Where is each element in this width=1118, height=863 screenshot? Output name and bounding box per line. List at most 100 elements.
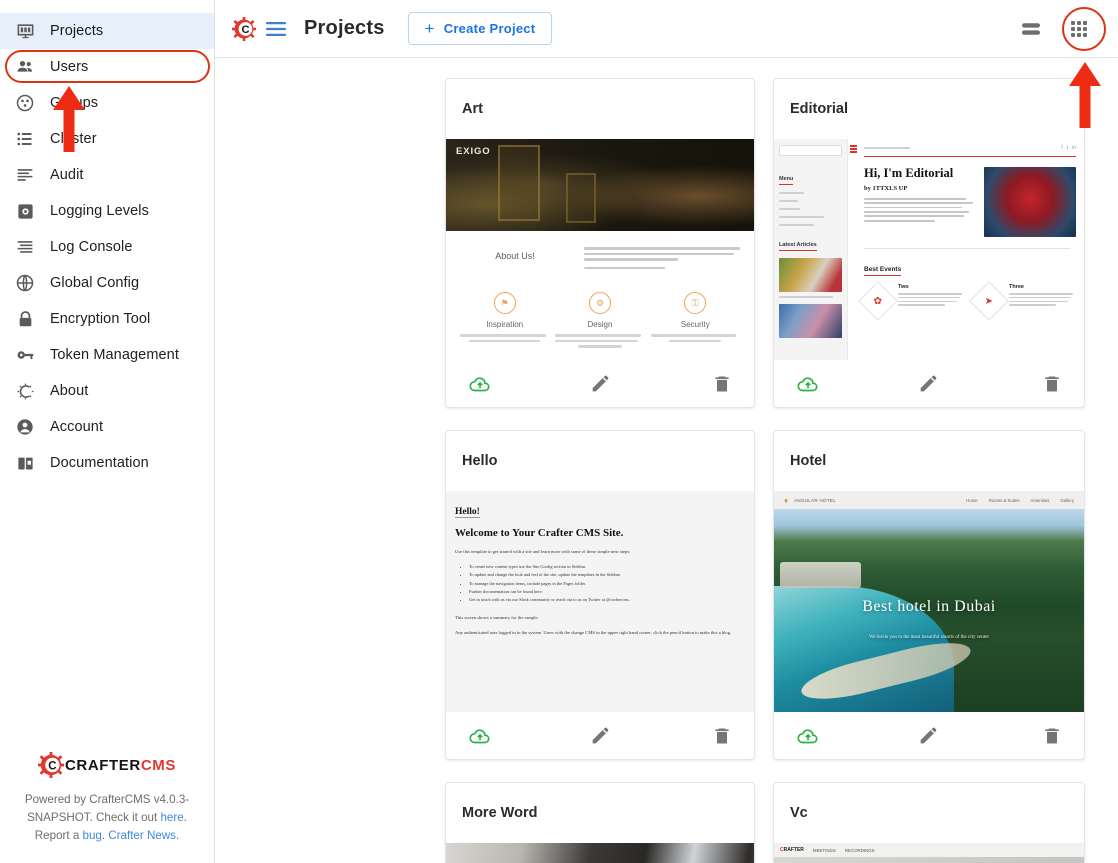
sidebar-item-audit[interactable]: Audit [0, 157, 214, 193]
wordmark-cms: CMS [140, 756, 176, 774]
view-toggle-group [1014, 12, 1102, 46]
project-name: Vc [790, 805, 808, 821]
grid-view-icon[interactable] [1062, 12, 1096, 46]
editorial-event: ➤ Three [969, 281, 1076, 321]
sidebar-item-account[interactable]: Account [0, 409, 214, 445]
project-preview: Menu Latest Articles f t in Hi, I'm Edit… [774, 139, 1084, 360]
delete-icon[interactable] [981, 374, 1084, 394]
list-view-icon[interactable] [1014, 12, 1048, 46]
vc-tab: RECORDINGS [844, 847, 875, 853]
sidebar-item-label: Encryption Tool [50, 311, 151, 327]
vc-topbar: CRAFTER MEETINGS RECORDINGS [774, 843, 1084, 857]
edit-icon[interactable] [549, 725, 652, 746]
sidebar-item-label: Account [50, 419, 104, 435]
editorial-headline: Hi, I'm Editorial [864, 166, 954, 180]
list-item: To manage the navigation items, include … [469, 580, 745, 588]
publish-icon[interactable] [774, 724, 877, 748]
sidebar-item-global-config[interactable]: Global Config [0, 265, 214, 301]
link-here[interactable]: here [160, 811, 183, 824]
project-preview [446, 843, 754, 863]
hotel-nav: ♦ ANGULAR HOTEL Home Rooms & Suites Amen… [774, 491, 1084, 509]
sidebar-item-label: Cluster [50, 131, 97, 147]
project-name: Art [462, 101, 483, 117]
art-about-heading: About Us! [495, 251, 535, 261]
sidebar-nav: Projects Users Groups Cluster Audit Logg… [0, 0, 214, 481]
art-feature-title: Security [680, 320, 710, 329]
footer-line2a: SNAPSHOT. Check it out [27, 811, 161, 824]
art-feature-title: Inspiration [486, 320, 524, 329]
publish-icon[interactable] [774, 372, 877, 396]
hotel-subcaption: We invite you to the most beautiful reso… [869, 634, 989, 640]
create-project-button[interactable]: + Create Project [407, 12, 553, 45]
project-card[interactable]: More Word [445, 782, 755, 863]
art-feature-columns: ⚑ Inspiration ⚙ Design ⚿ Security [460, 292, 740, 348]
hamburger-menu-icon[interactable] [265, 18, 287, 40]
sidebar-item-about[interactable]: About [0, 373, 214, 409]
link-bug[interactable]: bug [83, 829, 102, 842]
event-title: Two [898, 284, 909, 290]
page-title: Projects [304, 17, 385, 39]
svg-text:C: C [48, 760, 56, 772]
project-name: Editorial [790, 101, 849, 117]
art-about-row: About Us! [460, 247, 740, 272]
sidebar-item-logging-levels[interactable]: Logging Levels [0, 193, 214, 229]
editorial-byline: by 1TTXLS UP [864, 184, 908, 192]
project-card[interactable]: Hello Hello! Welcome to Your Crafter CMS… [445, 430, 755, 760]
sidebar-item-log-console[interactable]: Log Console [0, 229, 214, 265]
logging-levels-icon [14, 200, 36, 222]
editorial-social-icons: f t in [1061, 145, 1076, 151]
edit-icon[interactable] [549, 373, 652, 394]
sidebar-item-cluster[interactable]: Cluster [0, 121, 214, 157]
audit-icon [14, 164, 36, 186]
project-card[interactable]: Hotel ♦ ANGULAR HOTEL Home Rooms & Suite… [773, 430, 1085, 760]
event-body: Three [1009, 284, 1076, 315]
footer-sep2: . [175, 829, 180, 842]
design-icon: ⚙ [588, 292, 611, 314]
project-card[interactable]: Art EXIGO About Us! ⚑ Inspiration ⚙ Desi… [445, 78, 755, 408]
vc-preview-image: CRAFTER MEETINGS RECORDINGS [774, 843, 1084, 863]
project-name: Hotel [790, 453, 827, 469]
hotel-caption: Best hotel in Dubai [862, 598, 996, 616]
documentation-icon [14, 452, 36, 474]
topbar: C Projects + Create Project [215, 0, 1118, 58]
editorial-thumb [779, 304, 842, 338]
project-card[interactable]: Editorial Menu Latest Articles f t in Hi… [773, 78, 1085, 408]
sidebar-item-projects[interactable]: Projects [0, 13, 214, 49]
editorial-main: f t in Hi, I'm Editorial by 1TTXLS UP Be… [848, 139, 1084, 360]
sidebar-item-label: Users [50, 59, 89, 75]
editorial-divider [864, 248, 1070, 249]
edit-icon[interactable] [877, 373, 980, 394]
delete-icon[interactable] [651, 374, 754, 394]
lock-icon [14, 308, 36, 330]
hello-footer-b: Any authenticated user logged in to the … [455, 630, 732, 636]
sidebar-item-encryption-tool[interactable]: Encryption Tool [0, 301, 214, 337]
sidebar-item-groups[interactable]: Groups [0, 85, 214, 121]
sidebar-item-documentation[interactable]: Documentation [0, 445, 214, 481]
global-config-icon [14, 272, 36, 294]
link-crafter-news[interactable]: Crafter News [108, 829, 176, 842]
project-preview: ♦ ANGULAR HOTEL Home Rooms & Suites Amen… [774, 491, 1084, 712]
sidebar-item-users[interactable]: Users [0, 49, 214, 85]
projects-icon [14, 20, 36, 42]
edit-icon[interactable] [877, 725, 980, 746]
sidebar-item-token-management[interactable]: Token Management [0, 337, 214, 373]
sidebar-item-label: About [50, 383, 89, 399]
art-about-body [584, 247, 740, 272]
delete-icon[interactable] [981, 726, 1084, 746]
hotel-nav-link: Amenities [1030, 497, 1050, 503]
hotel-hero-image: Best hotel in Dubai We invite you to the… [774, 509, 1084, 712]
art-hero-image: EXIGO [446, 139, 754, 231]
publish-icon[interactable] [446, 372, 549, 396]
card-actions [446, 712, 754, 759]
editorial-thumb [779, 258, 842, 292]
footer-credits: Powered by CrafterCMS v4.0.3- SNAPSHOT. … [12, 791, 202, 845]
art-feature-title: Design [587, 320, 613, 329]
art-frame-2 [566, 173, 596, 223]
delete-icon[interactable] [651, 726, 754, 746]
card-actions [774, 360, 1084, 407]
card-actions [446, 360, 754, 407]
groups-icon [14, 92, 36, 114]
project-card[interactable]: Vc CRAFTER MEETINGS RECORDINGS [773, 782, 1085, 863]
publish-icon[interactable] [446, 724, 549, 748]
crafter-cms-wordmark: CRAFTERCMS [65, 757, 176, 774]
